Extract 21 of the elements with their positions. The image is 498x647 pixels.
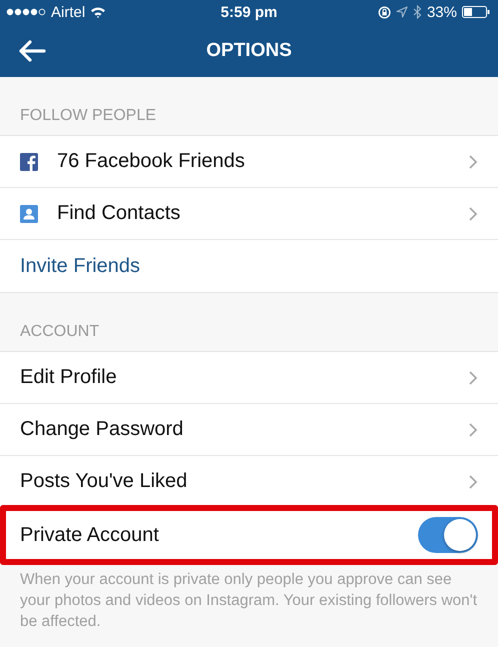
screen-title: OPTIONS [206,40,292,62]
status-time: 5:59 pm [220,4,278,20]
back-arrow-icon [18,40,46,62]
chevron-icon [468,474,478,490]
signal-icon [6,8,46,16]
contact-icon [20,204,38,222]
battery-percent: 33% [426,4,457,20]
footnote-text: When your account is private only people you approve can see your photos and videos on Instagram. Your existing followers won't be affected. [19,570,478,632]
carrier-name: Airtel [51,4,86,20]
chevron-icon [468,370,478,386]
settings-row[interactable]: Private Account [0,505,498,565]
chevron-icon [468,154,478,170]
bluetooth-icon [412,5,422,19]
chevron-icon [468,206,478,222]
wifi-icon [90,6,106,18]
chevron-icon [468,422,478,438]
toggle-switch[interactable] [418,517,478,553]
rotation-lock-icon [378,6,391,18]
location-icon [396,6,408,18]
facebook-icon [20,152,38,170]
battery-icon [462,6,490,18]
